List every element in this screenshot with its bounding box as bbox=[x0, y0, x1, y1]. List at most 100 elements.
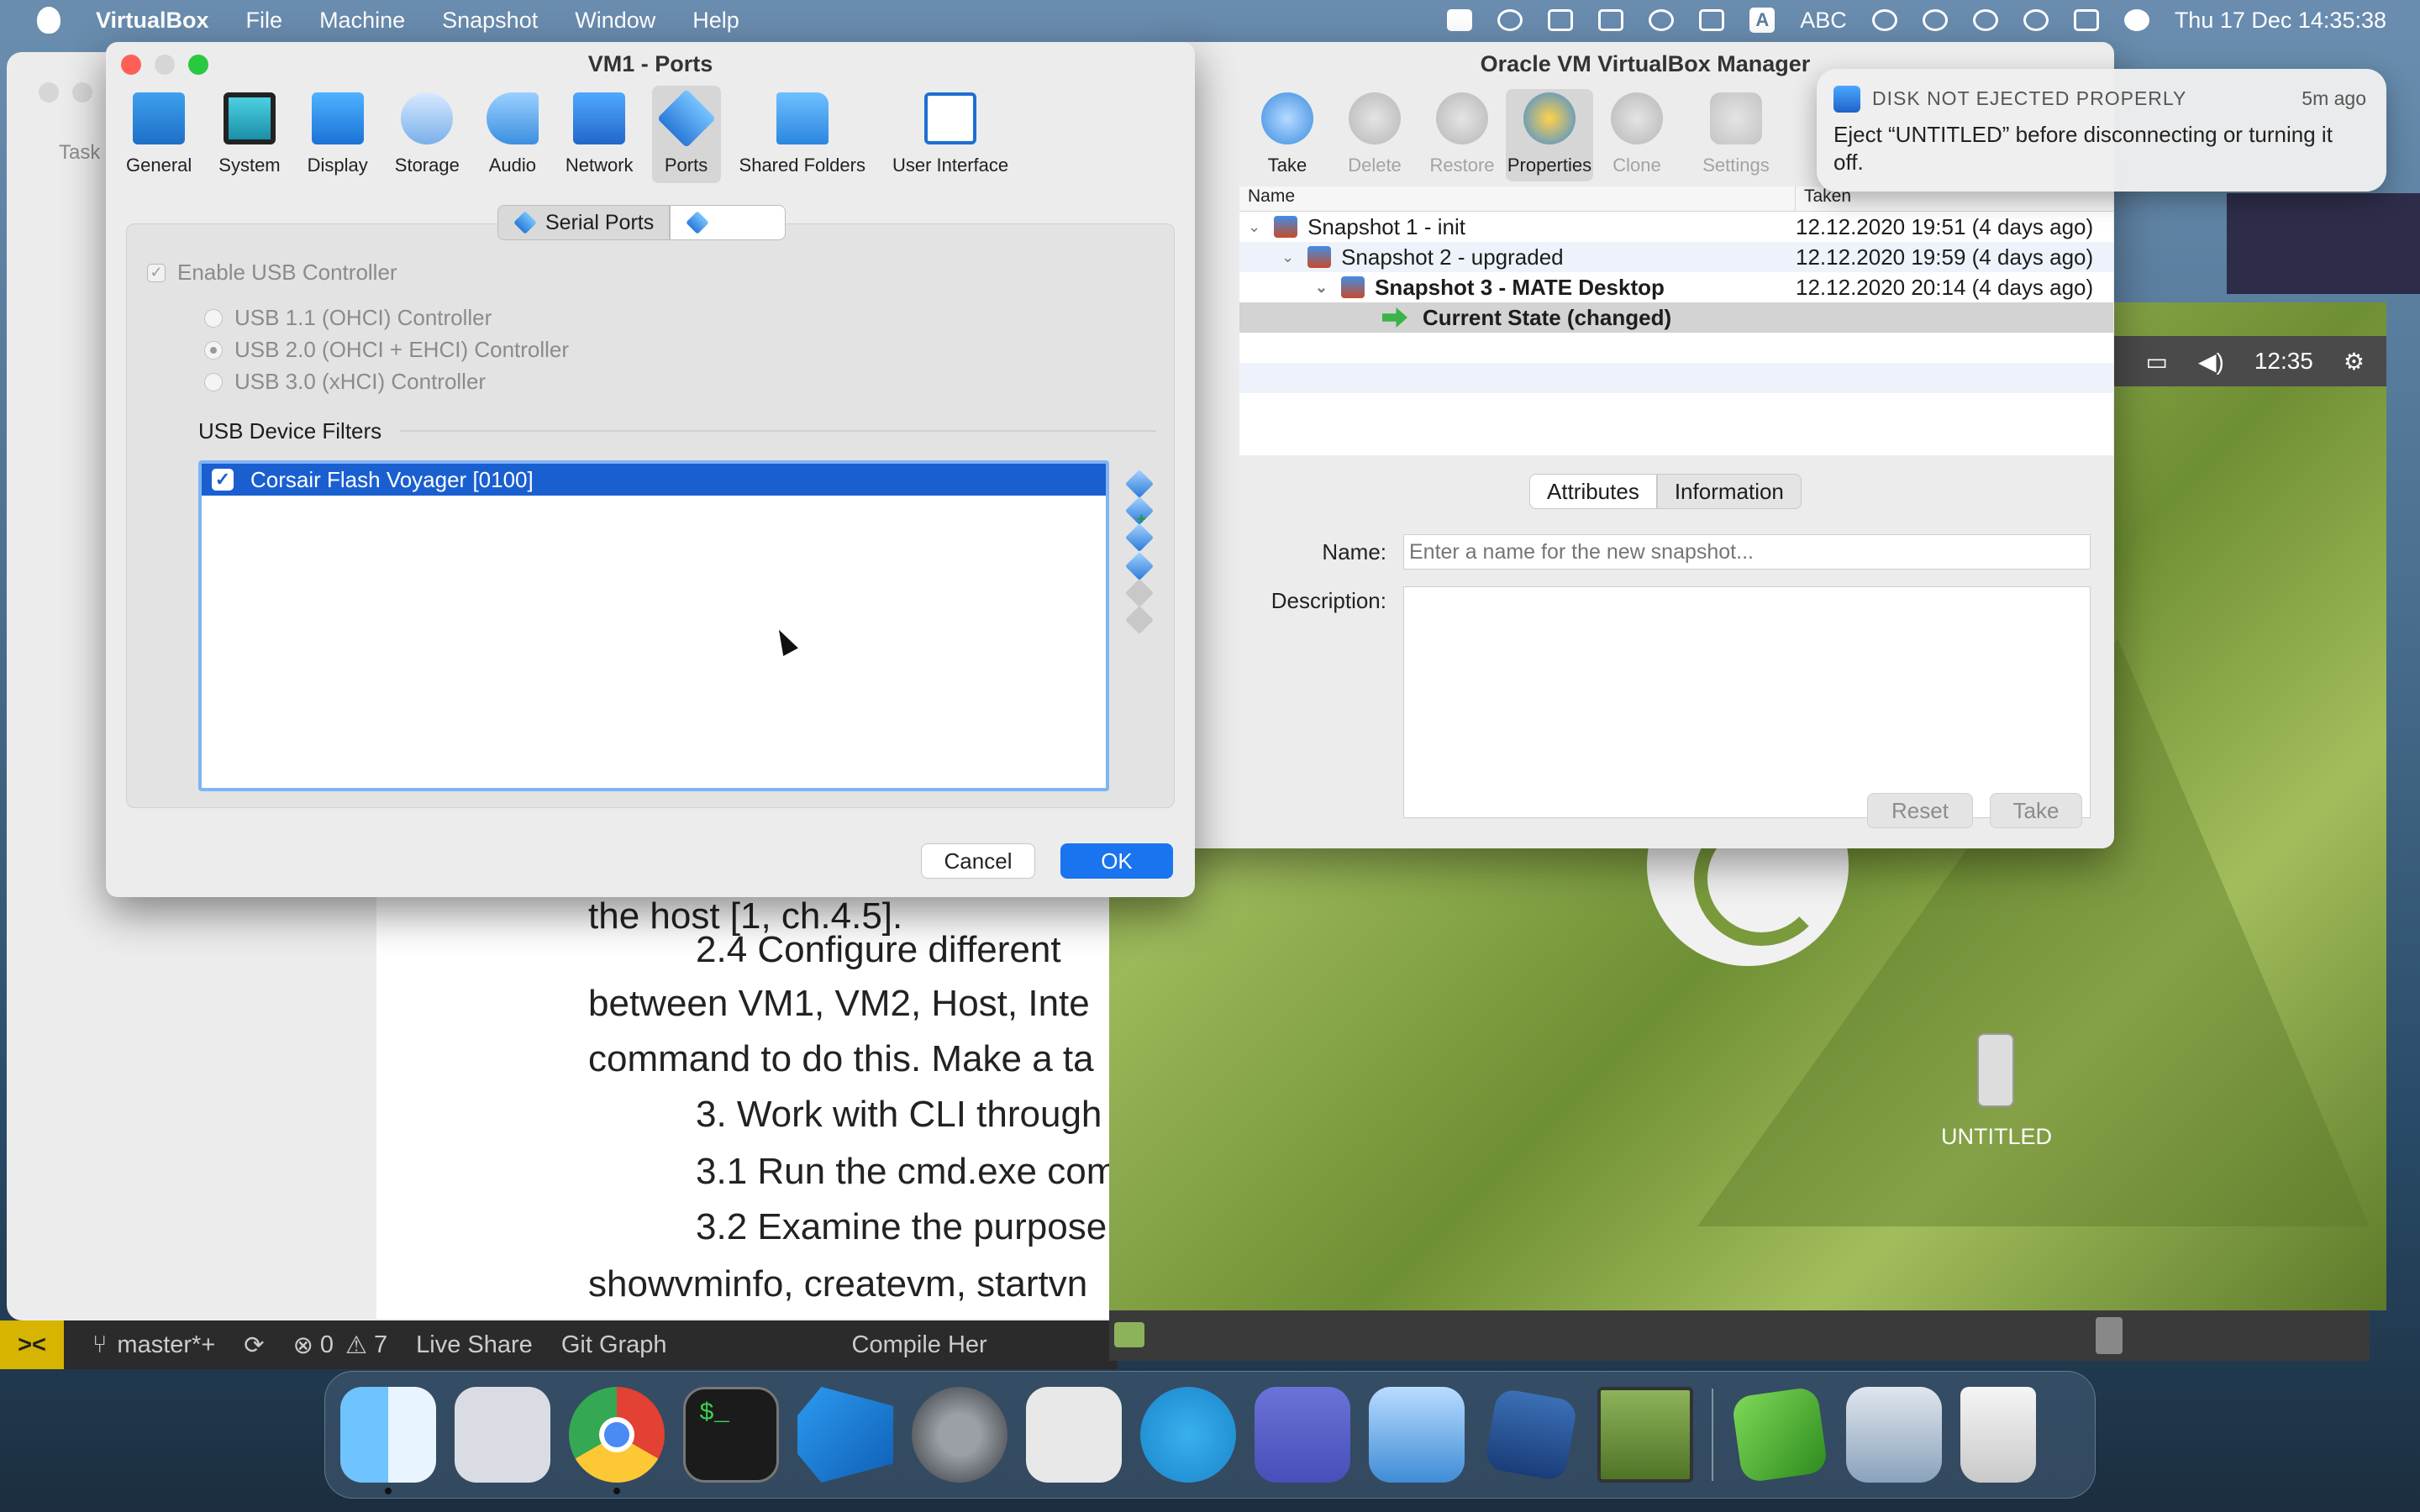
chevron-down-icon[interactable]: ⌄ bbox=[1248, 218, 1260, 236]
control-center-icon[interactable] bbox=[2073, 9, 2099, 31]
delete-snapshot-button[interactable]: Delete bbox=[1331, 89, 1418, 181]
clone-button[interactable]: Clone bbox=[1593, 89, 1681, 181]
vm-window-icon[interactable] bbox=[1597, 1387, 1693, 1483]
live-share-button[interactable]: Live Share bbox=[416, 1331, 533, 1359]
document-stack-icon[interactable] bbox=[1846, 1387, 1942, 1483]
time-machine-icon[interactable] bbox=[1972, 9, 1998, 31]
chevron-down-icon[interactable]: ⌄ bbox=[1281, 249, 1294, 266]
tab-general[interactable]: General bbox=[118, 86, 200, 183]
battery-icon[interactable] bbox=[1699, 9, 1725, 31]
remote-icon[interactable]: >< bbox=[0, 1320, 64, 1369]
settings-button[interactable]: Settings bbox=[1692, 89, 1780, 181]
chrome-icon[interactable] bbox=[569, 1387, 665, 1494]
warning-count[interactable]: 7 bbox=[374, 1331, 387, 1359]
snapshot-row[interactable]: ⌄ Snapshot 2 - upgraded 12.12.2020 19:59… bbox=[1239, 242, 2113, 272]
git-graph-button[interactable]: Git Graph bbox=[561, 1331, 667, 1359]
take-button[interactable]: Take bbox=[1990, 793, 2082, 828]
usb-2-radio[interactable]: USB 2.0 (OHCI + EHCI) Controller bbox=[204, 337, 569, 363]
virtualbox-icon[interactable] bbox=[1483, 1387, 1579, 1483]
restore-snapshot-button[interactable]: Restore bbox=[1418, 89, 1506, 181]
tab-usb[interactable] bbox=[670, 205, 786, 240]
column-name[interactable]: Name bbox=[1248, 186, 1796, 211]
tab-label: Network bbox=[565, 155, 634, 176]
snapshot-row[interactable]: ⌄ Snapshot 3 - MATE Desktop 12.12.2020 2… bbox=[1239, 272, 2113, 302]
terminal-icon[interactable] bbox=[683, 1387, 779, 1483]
ok-button[interactable]: OK bbox=[1060, 843, 1173, 879]
error-count[interactable]: 0 bbox=[320, 1331, 334, 1359]
minimize-button[interactable] bbox=[72, 82, 92, 102]
tab-attributes[interactable]: Attributes bbox=[1529, 474, 1657, 509]
volume-icon[interactable] bbox=[1598, 9, 1624, 31]
apple-menu-icon[interactable] bbox=[37, 7, 60, 34]
display-icon[interactable] bbox=[1447, 9, 1473, 31]
tab-serial-ports[interactable]: Serial Ports bbox=[497, 205, 671, 240]
tab-user-interface[interactable]: User Interface bbox=[884, 86, 1017, 183]
finder-icon[interactable] bbox=[340, 1387, 436, 1494]
teams-icon[interactable] bbox=[1255, 1387, 1350, 1483]
snapshot-description-input[interactable] bbox=[1403, 586, 2091, 818]
contrast-icon[interactable] bbox=[1497, 9, 1523, 31]
menu-snapshot[interactable]: Snapshot bbox=[442, 8, 538, 34]
tab-shared-folders[interactable]: Shared Folders bbox=[731, 86, 874, 183]
extfs-icon[interactable] bbox=[1731, 1386, 1828, 1483]
input-source-label[interactable]: ABC bbox=[1800, 8, 1847, 34]
tab-network[interactable]: Network bbox=[557, 86, 642, 183]
menu-machine[interactable]: Machine bbox=[319, 8, 405, 34]
tab-storage[interactable]: Storage bbox=[387, 86, 468, 183]
git-branch[interactable]: master*+ bbox=[117, 1331, 215, 1359]
checkmark-icon: ✓ bbox=[147, 263, 166, 282]
take-label: Take bbox=[1267, 155, 1307, 176]
vm-trash-icon[interactable] bbox=[2096, 1317, 2123, 1354]
tab-system[interactable]: System bbox=[210, 86, 288, 183]
vm-volume-icon[interactable]: ◀) bbox=[2198, 348, 2224, 375]
launchpad-icon[interactable] bbox=[455, 1387, 550, 1483]
show-desktop-icon[interactable] bbox=[1114, 1322, 1144, 1347]
tab-audio[interactable]: Audio bbox=[478, 86, 547, 183]
take-snapshot-button[interactable]: Take bbox=[1244, 89, 1331, 181]
screenshot-icon[interactable] bbox=[1026, 1387, 1122, 1483]
filter-enabled-checkbox[interactable]: ✓ bbox=[212, 469, 234, 491]
preview-icon[interactable] bbox=[1369, 1387, 1465, 1483]
usb-3-radio[interactable]: USB 3.0 (xHCI) Controller bbox=[204, 369, 486, 395]
usb-filter-row[interactable]: ✓ Corsair Flash Voyager [0100] bbox=[202, 464, 1106, 496]
vm-settings-icon[interactable]: ⚙ bbox=[2344, 348, 2365, 375]
current-state-row[interactable]: Current State (changed) bbox=[1239, 302, 2113, 333]
trash-icon[interactable] bbox=[1960, 1387, 2036, 1483]
tab-information[interactable]: Information bbox=[1656, 474, 1802, 509]
zoom-button[interactable] bbox=[188, 55, 208, 75]
bluetooth-icon[interactable] bbox=[1649, 9, 1675, 31]
spotlight-icon[interactable] bbox=[2023, 9, 2049, 31]
cancel-button[interactable]: Cancel bbox=[921, 843, 1035, 879]
desktop-usb-drive[interactable]: UNTITLED bbox=[1941, 1033, 2052, 1159]
tab-ports[interactable]: Ports bbox=[651, 86, 721, 183]
shield-icon[interactable] bbox=[1548, 9, 1574, 31]
network-icon[interactable]: ▭ bbox=[2145, 348, 2167, 375]
sync-icon[interactable]: ⟳ bbox=[244, 1331, 264, 1360]
menu-clock[interactable]: Thu 17 Dec 14:35:38 bbox=[2175, 8, 2386, 34]
snapshot-row[interactable]: ⌄ Snapshot 1 - init 12.12.2020 19:51 (4 … bbox=[1239, 212, 2113, 242]
menu-file[interactable]: File bbox=[246, 8, 283, 34]
reset-button[interactable]: Reset bbox=[1867, 793, 1973, 828]
snapshot-name-input[interactable] bbox=[1403, 534, 2091, 570]
close-button[interactable] bbox=[121, 55, 141, 75]
telegram-icon[interactable] bbox=[1140, 1387, 1236, 1483]
minimize-button[interactable] bbox=[155, 55, 175, 75]
menu-app-name[interactable]: VirtualBox bbox=[96, 8, 209, 34]
compile-button[interactable]: Compile Her bbox=[852, 1331, 987, 1359]
tab-display[interactable]: Display bbox=[299, 86, 376, 183]
properties-button[interactable]: Properties bbox=[1506, 89, 1593, 181]
menu-window[interactable]: Window bbox=[575, 8, 655, 34]
siri-icon[interactable] bbox=[2123, 9, 2149, 31]
enable-usb-checkbox[interactable]: ✓ Enable USB Controller bbox=[147, 260, 397, 286]
usb-1-radio[interactable]: USB 1.1 (OHCI) Controller bbox=[204, 305, 492, 331]
system-preferences-icon[interactable] bbox=[912, 1387, 1007, 1483]
close-button[interactable] bbox=[39, 82, 59, 102]
vm-clock[interactable]: 12:35 bbox=[2254, 348, 2313, 375]
user-icon[interactable] bbox=[1922, 9, 1948, 31]
usb-filter-list[interactable]: ✓ Corsair Flash Voyager [0100] bbox=[198, 460, 1109, 791]
chevron-down-icon[interactable]: ⌄ bbox=[1315, 279, 1328, 297]
notification-banner[interactable]: DISK NOT EJECTED PROPERLY 5m ago Eject “… bbox=[1817, 69, 2386, 192]
wifi-icon[interactable] bbox=[1871, 9, 1897, 31]
menu-help[interactable]: Help bbox=[692, 8, 739, 34]
vscode-icon[interactable] bbox=[797, 1387, 893, 1483]
